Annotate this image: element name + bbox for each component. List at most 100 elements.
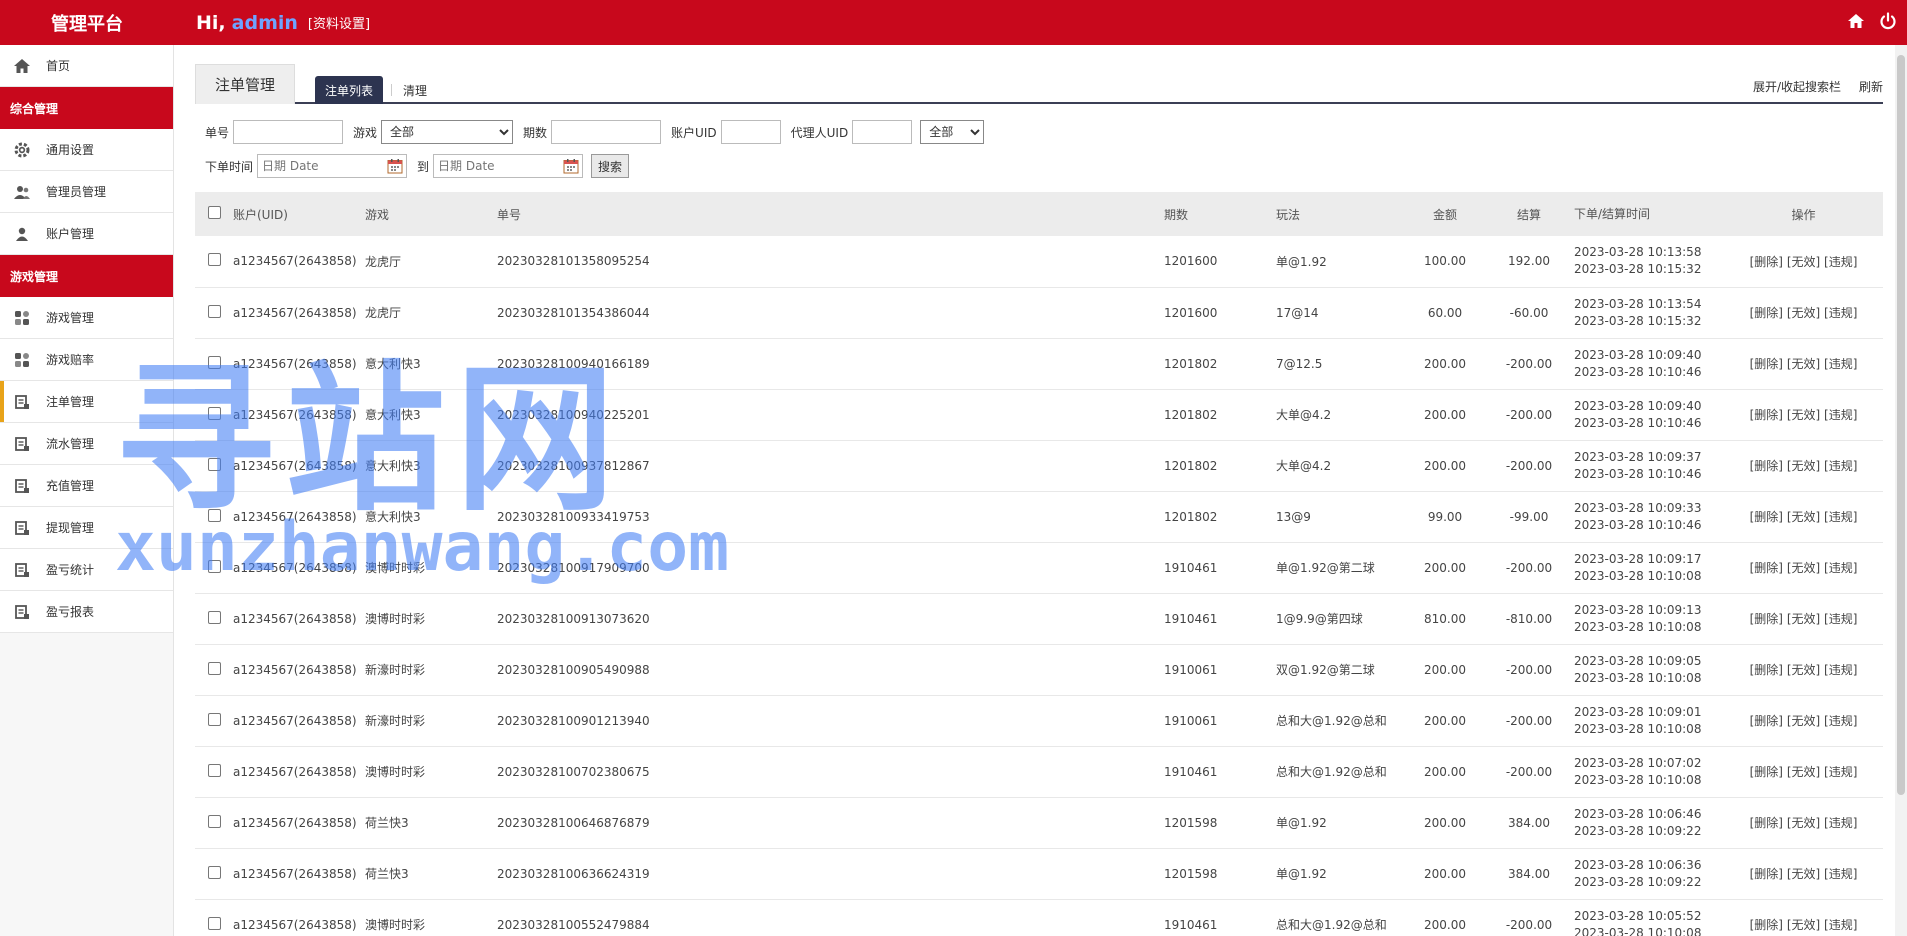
- tab-clean[interactable]: 清理: [403, 82, 427, 99]
- invalid-link[interactable]: [无效]: [1787, 612, 1820, 626]
- violation-link[interactable]: [违规]: [1824, 867, 1857, 881]
- end-date-input[interactable]: [433, 154, 584, 178]
- invalid-link[interactable]: [无效]: [1787, 408, 1820, 422]
- invalid-link[interactable]: [无效]: [1787, 867, 1820, 881]
- delete-link[interactable]: [删除]: [1750, 408, 1783, 422]
- row-checkbox[interactable]: [207, 406, 221, 420]
- violation-link[interactable]: [违规]: [1824, 714, 1857, 728]
- violation-link[interactable]: [违规]: [1824, 255, 1857, 269]
- row-checkbox[interactable]: [207, 610, 221, 624]
- row-checkbox[interactable]: [207, 865, 221, 879]
- status-select[interactable]: 全部: [920, 120, 985, 144]
- delete-link[interactable]: [删除]: [1750, 663, 1783, 677]
- invalid-link[interactable]: [无效]: [1787, 765, 1820, 779]
- search-button[interactable]: 搜索: [591, 154, 630, 178]
- delete-link[interactable]: [删除]: [1750, 765, 1783, 779]
- delete-link[interactable]: [删除]: [1750, 357, 1783, 371]
- row-checkbox[interactable]: [207, 763, 221, 777]
- order-no-input[interactable]: [233, 120, 344, 144]
- sidebar-item-home[interactable]: 首页: [0, 45, 173, 87]
- violation-link[interactable]: [违规]: [1824, 765, 1857, 779]
- page-title-tab[interactable]: 注单管理: [195, 64, 295, 104]
- violation-link[interactable]: [违规]: [1824, 459, 1857, 473]
- sidebar-item-account-management[interactable]: 账户管理: [0, 213, 173, 255]
- calendar-icon[interactable]: [563, 158, 579, 174]
- delete-link[interactable]: [删除]: [1750, 255, 1783, 269]
- sidebar-item-profit-stats[interactable]: 盈亏统计: [0, 549, 173, 591]
- violation-link[interactable]: [违规]: [1824, 561, 1857, 575]
- delete-link[interactable]: [删除]: [1750, 306, 1783, 320]
- delete-link[interactable]: [删除]: [1750, 867, 1783, 881]
- tab-bet-list[interactable]: 注单列表: [315, 76, 384, 104]
- agent-uid-input[interactable]: [852, 120, 913, 144]
- delete-link[interactable]: [删除]: [1750, 561, 1783, 575]
- row-checkbox[interactable]: [207, 916, 221, 930]
- calendar-icon[interactable]: [387, 158, 403, 174]
- row-checkbox[interactable]: [207, 814, 221, 828]
- sidebar-item-withdraw-management[interactable]: 提现管理: [0, 507, 173, 549]
- cell-period: 1910061: [1164, 713, 1218, 728]
- invalid-link[interactable]: [无效]: [1787, 255, 1820, 269]
- username-link[interactable]: admin: [232, 12, 298, 34]
- row-checkbox[interactable]: [207, 457, 221, 471]
- select-all-checkbox[interactable]: [207, 206, 221, 219]
- row-checkbox[interactable]: [207, 355, 221, 369]
- sidebar-item-profit-report[interactable]: 盈亏报表: [0, 591, 173, 633]
- invalid-link[interactable]: [无效]: [1787, 561, 1820, 575]
- delete-link[interactable]: [删除]: [1750, 459, 1783, 473]
- sidebar-item-general-settings[interactable]: 通用设置: [0, 129, 173, 171]
- delete-link[interactable]: [删除]: [1750, 918, 1783, 932]
- invalid-link[interactable]: [无效]: [1787, 459, 1820, 473]
- order-time: 2023-03-28 10:09:40: [1574, 347, 1702, 362]
- invalid-link[interactable]: [无效]: [1787, 663, 1820, 677]
- sidebar-item-recharge-management[interactable]: 充值管理: [0, 465, 173, 507]
- violation-link[interactable]: [违规]: [1824, 918, 1857, 932]
- cell-play: 7@12.5: [1276, 356, 1323, 371]
- cell-settle: -810.00: [1505, 611, 1553, 626]
- home-icon[interactable]: [1845, 10, 1867, 32]
- invalid-link[interactable]: [无效]: [1787, 357, 1820, 371]
- row-checkbox[interactable]: [207, 559, 221, 573]
- violation-link[interactable]: [违规]: [1824, 510, 1857, 524]
- violation-link[interactable]: [违规]: [1824, 408, 1857, 422]
- sidebar-item-bet-management[interactable]: 注单管理: [0, 381, 173, 423]
- invalid-link[interactable]: [无效]: [1787, 816, 1820, 830]
- delete-link[interactable]: [删除]: [1750, 510, 1783, 524]
- row-checkbox[interactable]: [207, 253, 221, 267]
- sidebar-item-flow-management[interactable]: 流水管理: [0, 423, 173, 465]
- violation-link[interactable]: [违规]: [1824, 663, 1857, 677]
- sidebar-item-game-odds[interactable]: 游戏赔率: [0, 339, 173, 381]
- invalid-link[interactable]: [无效]: [1787, 714, 1820, 728]
- row-checkbox[interactable]: [207, 304, 221, 318]
- cell-game: 荷兰快3: [365, 816, 409, 830]
- cell-account: a1234567(2643858): [233, 662, 357, 677]
- violation-link[interactable]: [违规]: [1824, 612, 1857, 626]
- game-select[interactable]: 全部: [381, 120, 514, 144]
- delete-link[interactable]: [删除]: [1750, 714, 1783, 728]
- power-icon[interactable]: [1877, 10, 1899, 32]
- delete-link[interactable]: [删除]: [1750, 612, 1783, 626]
- tabs-row: 注单管理 注单列表 清理 展开/收起搜索栏 刷新: [195, 60, 1883, 104]
- row-checkbox[interactable]: [207, 508, 221, 522]
- invalid-link[interactable]: [无效]: [1787, 918, 1820, 932]
- violation-link[interactable]: [违规]: [1824, 357, 1857, 371]
- violation-link[interactable]: [违规]: [1824, 816, 1857, 830]
- start-date-input[interactable]: [257, 154, 408, 178]
- account-uid-input[interactable]: [720, 120, 781, 144]
- row-checkbox[interactable]: [207, 712, 221, 726]
- row-checkbox[interactable]: [207, 661, 221, 675]
- delete-link[interactable]: [删除]: [1750, 816, 1783, 830]
- scrollbar-thumb[interactable]: [1897, 55, 1905, 795]
- table-row: a1234567(2643858) 澳博时时彩 202303281009130736…: [195, 593, 1883, 644]
- sidebar-item-admin-management[interactable]: 管理员管理: [0, 171, 173, 213]
- page-scrollbar[interactable]: [1895, 45, 1907, 936]
- cell-game: 意大利快3: [365, 408, 421, 422]
- toggle-search-link[interactable]: 展开/收起搜索栏: [1753, 78, 1841, 95]
- sidebar-item-game-management[interactable]: 游戏管理: [0, 297, 173, 339]
- refresh-link[interactable]: 刷新: [1859, 78, 1883, 95]
- period-input[interactable]: [551, 120, 662, 144]
- invalid-link[interactable]: [无效]: [1787, 306, 1820, 320]
- invalid-link[interactable]: [无效]: [1787, 510, 1820, 524]
- violation-link[interactable]: [违规]: [1824, 306, 1857, 320]
- profile-settings-link[interactable]: [资料设置]: [308, 13, 370, 32]
